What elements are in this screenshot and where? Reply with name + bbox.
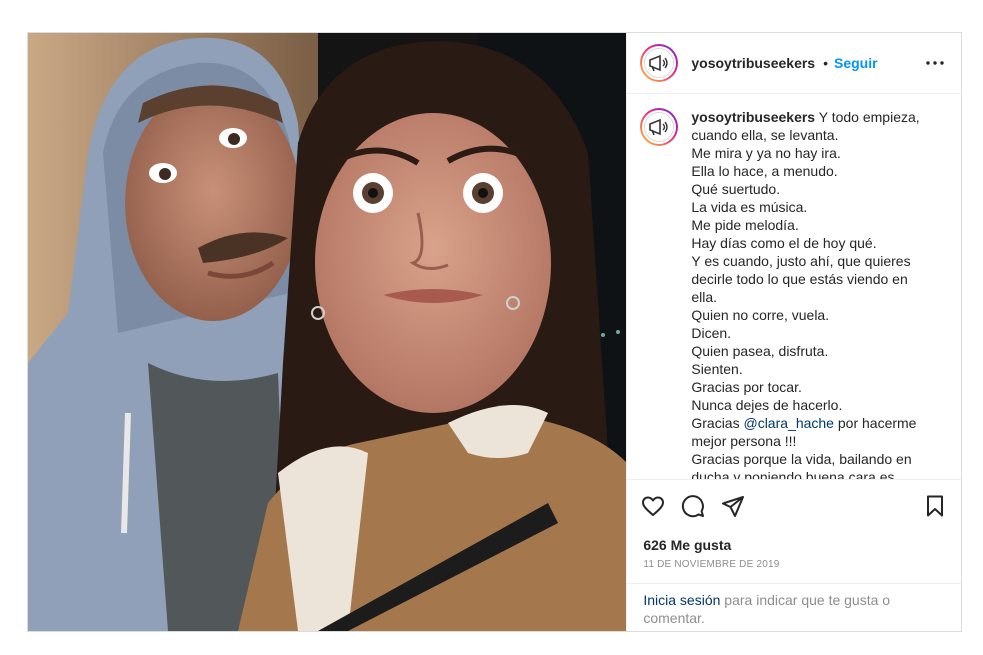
likes-count[interactable]: 626 Me gusta	[627, 536, 961, 554]
avatar-ring	[642, 110, 677, 144]
caption-line: Quien pasea, disfruta.	[691, 343, 829, 359]
post-date[interactable]: 11 DE NOVIEMBRE DE 2019	[627, 559, 961, 573]
caption-line: Gracias por tocar.	[691, 379, 802, 395]
login-prompt: Inicia sesión para indicar que te gusta …	[627, 583, 961, 631]
caption-line: Y todo empieza,	[818, 109, 920, 125]
caption-line: cuando ella, se levanta.	[691, 127, 839, 143]
caption-line: ella.	[691, 289, 718, 305]
megaphone-logo-icon	[644, 48, 675, 78]
caption-line: mejor persona !!!	[691, 433, 797, 449]
post-header: yosoytribuseekers • Seguir	[627, 33, 961, 94]
mention-link[interactable]: @clara_hache	[743, 415, 834, 431]
login-link[interactable]: Inicia sesión	[643, 592, 720, 608]
caption-line: Me pide melodía.	[691, 217, 799, 233]
action-bar	[627, 479, 961, 532]
caption-line: Dicen.	[691, 325, 732, 341]
comment-icon[interactable]	[679, 492, 707, 520]
header-separator: •	[823, 55, 828, 71]
header-username[interactable]: yosoytribuseekers	[691, 55, 815, 71]
caption-line: Qué suertudo.	[691, 181, 781, 197]
bookmark-icon[interactable]	[921, 492, 949, 520]
selfie-photo-illustration	[28, 33, 627, 631]
profile-avatar[interactable]	[640, 44, 679, 82]
caption-line: decirle todo lo que estás viendo en	[691, 271, 908, 287]
caption-line: Me mira y ya no hay ira.	[691, 145, 841, 161]
caption-line: Gracias porque la vida, bailando en	[691, 451, 912, 467]
post-sidebar: yosoytribuseekers • Seguir yosoytribusee…	[626, 33, 961, 631]
caption-line: Y es cuando, justo ahí, que quieres	[691, 253, 911, 269]
caption-text-segment: Gracias	[691, 415, 744, 431]
caption-text-segment: por hacerme	[833, 415, 917, 431]
follow-button[interactable]: Seguir	[834, 55, 878, 71]
avatar-ring	[642, 46, 677, 80]
instagram-post: yosoytribuseekers • Seguir yosoytribusee…	[27, 32, 962, 632]
caption-text: yosoytribuseekers Y todo empieza, cuando…	[691, 108, 941, 479]
post-photo[interactable]	[28, 33, 627, 631]
caption-mention-line: Gracias @clara_hache por hacerme	[691, 414, 941, 432]
caption-line: Sienten.	[691, 361, 743, 377]
caption-username[interactable]: yosoytribuseekers	[691, 109, 815, 125]
more-options-icon[interactable]	[923, 51, 947, 75]
share-icon[interactable]	[719, 492, 747, 520]
caption-avatar[interactable]	[640, 108, 679, 146]
caption-line: Nunca dejes de hacerlo.	[691, 397, 843, 413]
caption-line: Quien no corre, vuela.	[691, 307, 830, 323]
caption-line: ducha y poniendo buena cara es	[691, 469, 895, 479]
caption-first-line: yosoytribuseekers Y todo empieza,	[691, 108, 941, 126]
caption-line: La vida es música.	[691, 199, 808, 215]
megaphone-logo-icon	[644, 112, 675, 142]
caption-line: Hay días como el de hoy qué.	[691, 235, 877, 251]
caption-area: yosoytribuseekers Y todo empieza, cuando…	[627, 94, 961, 479]
caption-line: Ella lo hace, a menudo.	[691, 163, 838, 179]
heart-icon[interactable]	[639, 492, 667, 520]
